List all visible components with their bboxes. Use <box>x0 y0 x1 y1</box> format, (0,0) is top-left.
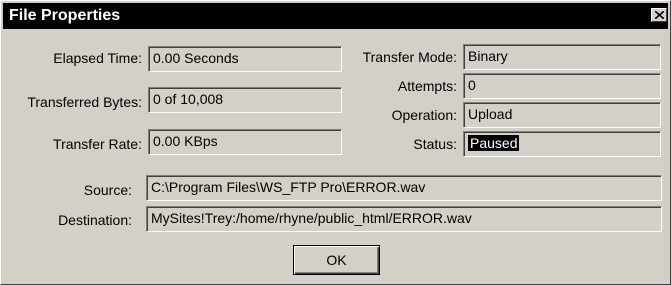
transfer-mode-label: Transfer Mode: <box>362 49 457 65</box>
attempts-field: 0 <box>463 73 661 99</box>
status-field: Paused <box>463 131 661 157</box>
operation-label: Operation: <box>391 107 457 123</box>
operation-field: Upload <box>463 102 661 128</box>
elapsed-time-label: Elapsed Time: <box>53 50 142 66</box>
transfer-rate-label: Transfer Rate: <box>53 136 142 152</box>
title-bar[interactable]: File Properties <box>3 3 668 29</box>
attempts-label: Attempts: <box>397 78 457 94</box>
window-title: File Properties <box>9 7 121 24</box>
transfer-rate-field: 0.00 KBps <box>148 129 342 155</box>
status-value: Paused <box>468 135 520 151</box>
elapsed-time-field: 0.00 Seconds <box>148 46 342 72</box>
source-field: C:\Program Files\WS_FTP Pro\ERROR.wav <box>146 175 662 201</box>
transfer-mode-field: Binary <box>463 44 661 70</box>
destination-field: MySites!Trey:/home/rhyne/public_html/ERR… <box>146 206 662 232</box>
source-label: Source: <box>83 182 132 198</box>
status-label: Status: <box>413 136 457 152</box>
destination-label: Destination: <box>58 212 132 228</box>
file-properties-dialog: File Properties Elapsed Time: 0.00 Secon… <box>0 0 671 285</box>
close-button[interactable] <box>651 8 667 22</box>
transferred-bytes-field: 0 of 10,008 <box>148 87 342 113</box>
transferred-bytes-label: Transferred Bytes: <box>27 94 142 110</box>
ok-button[interactable]: OK <box>293 245 380 275</box>
close-icon <box>655 11 664 19</box>
